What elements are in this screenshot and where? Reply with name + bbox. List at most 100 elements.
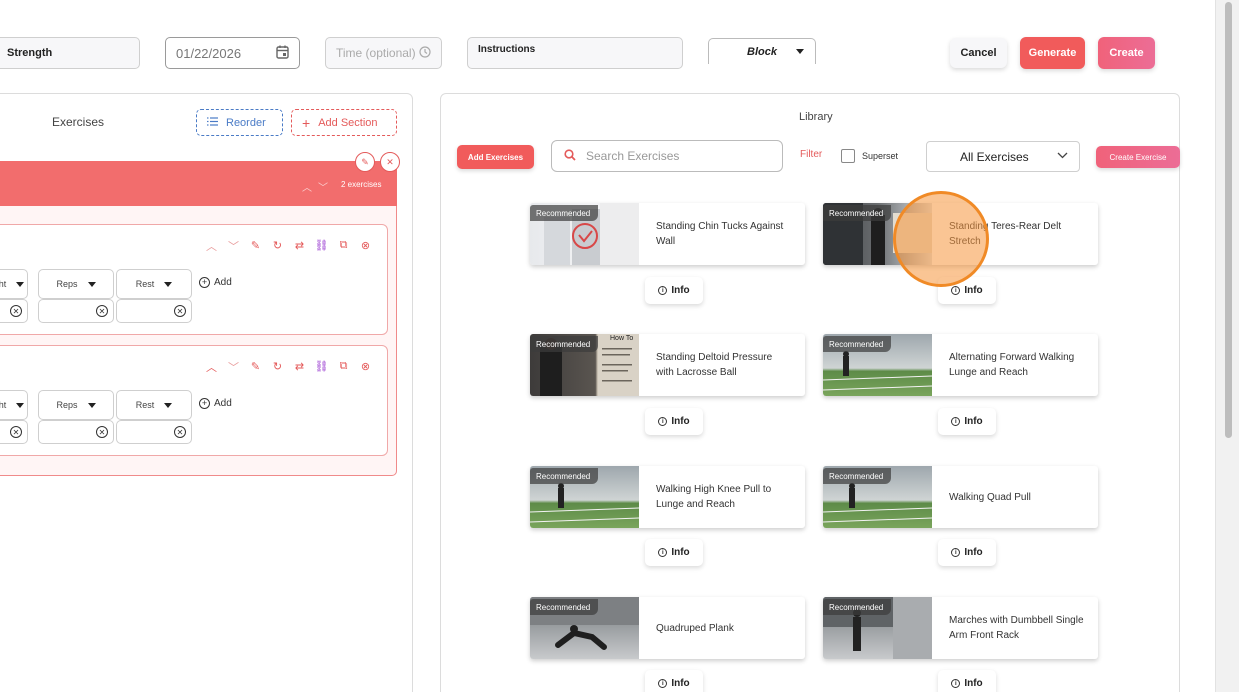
exercise-name: Walking Quad Pull — [949, 491, 1031, 503]
create-exercise-button[interactable]: Create Exercise — [1096, 146, 1180, 168]
library-item[interactable]: Recommended Standing Chin Tucks Against … — [530, 203, 805, 265]
weight-input[interactable]: ✕ — [0, 299, 28, 323]
swap-icon[interactable]: ⇄ — [293, 239, 306, 252]
library-item[interactable]: Recommended Standing Teres-Rear Delt Str… — [823, 203, 1098, 265]
reps-select[interactable]: Reps — [38, 269, 114, 299]
info-icon: i — [951, 679, 961, 688]
move-down-icon[interactable]: ﹀ — [227, 239, 240, 253]
add-exercises-button[interactable]: Add Exercises — [457, 145, 534, 169]
library-item[interactable]: Recommended Marches with Dumbbell Single… — [823, 597, 1098, 659]
date-field[interactable]: 01/22/2026 — [165, 37, 300, 69]
exercises-title: Exercises — [52, 115, 105, 129]
superset-checkbox[interactable] — [841, 149, 855, 163]
search-icon — [564, 148, 576, 164]
remove-icon[interactable]: ⊗ — [359, 360, 372, 373]
move-down-icon[interactable]: ﹀ — [227, 360, 240, 374]
remove-icon[interactable]: ⊗ — [359, 239, 372, 252]
info-button[interactable]: i Info — [645, 277, 703, 304]
workout-name-field[interactable]: Strength — [0, 37, 140, 69]
recommended-badge: Recommended — [530, 599, 598, 615]
info-icon: i — [658, 679, 668, 688]
reorder-button[interactable]: Reorder — [196, 109, 283, 136]
exercise-name: Quadruped Plank — [656, 622, 734, 634]
clear-icon[interactable]: ✕ — [96, 305, 108, 317]
add-section-button[interactable]: + Add Section — [291, 109, 397, 136]
add-set-button[interactable]: + Add — [199, 398, 232, 409]
rest-input[interactable]: ✕ — [116, 299, 192, 323]
library-item[interactable]: How To Recommended Standing Deltoid Pres… — [530, 334, 805, 396]
library-item[interactable]: Recommended Alternating Forward Walking … — [823, 334, 1098, 396]
time-field[interactable]: Time (optional) — [325, 37, 442, 69]
category-select[interactable]: All Exercises — [926, 141, 1080, 172]
move-up-icon[interactable]: ︿ — [205, 239, 218, 253]
rest-select[interactable]: Rest — [116, 269, 192, 299]
rest-select[interactable]: Rest — [116, 390, 192, 420]
thumbnail-caption: How To — [610, 335, 634, 342]
reps-input[interactable]: ✕ — [38, 299, 114, 323]
list-icon — [207, 116, 218, 129]
block-select[interactable]: Block — [708, 38, 816, 64]
caret-down-icon — [796, 49, 804, 54]
exercise-name: Standing Chin Tucks Against Wall — [656, 221, 784, 247]
open-external-icon[interactable]: ⧉ — [337, 239, 350, 252]
add-set-button[interactable]: + Add — [199, 277, 232, 288]
info-button[interactable]: i Info — [938, 277, 996, 304]
link-icon[interactable]: ⛓ — [315, 360, 329, 373]
history-icon[interactable]: ↻ — [271, 360, 284, 373]
reps-input[interactable]: ✕ — [38, 420, 114, 444]
scrollbar-thumb[interactable] — [1225, 2, 1232, 438]
caret-down-icon — [164, 402, 173, 408]
chevron-down-icon — [1057, 150, 1068, 162]
move-up-icon[interactable]: ︿ — [205, 360, 218, 374]
edit-icon[interactable]: ✎ — [249, 239, 262, 252]
caret-down-icon — [164, 281, 173, 287]
superset-toggle[interactable]: Superset — [841, 149, 898, 163]
history-icon[interactable]: ↻ — [271, 239, 284, 252]
section-edit-button[interactable]: ✎ — [355, 152, 375, 172]
info-button[interactable]: i Info — [938, 408, 996, 435]
calendar-icon[interactable] — [276, 45, 289, 62]
weight-select[interactable]: ght — [0, 390, 28, 420]
exercise-name: Standing Teres-Rear Delt Stretch — [949, 221, 1062, 247]
rest-input[interactable]: ✕ — [116, 420, 192, 444]
weight-input[interactable]: ✕ — [0, 420, 28, 444]
info-button[interactable]: i Info — [645, 539, 703, 566]
recommended-badge: Recommended — [823, 599, 891, 615]
search-input[interactable]: Search Exercises — [551, 140, 783, 172]
clock-icon — [419, 45, 431, 61]
clear-icon[interactable]: ✕ — [10, 426, 22, 438]
library-item[interactable]: Recommended Walking Quad Pull — [823, 466, 1098, 528]
clear-icon[interactable]: ✕ — [96, 426, 108, 438]
reps-select[interactable]: Reps — [38, 390, 114, 420]
recommended-badge: Recommended — [530, 336, 598, 352]
clear-icon[interactable]: ✕ — [10, 305, 22, 317]
info-button[interactable]: i Info — [645, 670, 703, 692]
library-item[interactable]: Recommended Walking High Knee Pull to Lu… — [530, 466, 805, 528]
info-button[interactable]: i Info — [645, 408, 703, 435]
info-icon: i — [951, 417, 961, 426]
section-close-button[interactable]: ✕ — [380, 152, 400, 172]
info-button[interactable]: i Info — [938, 670, 996, 692]
edit-icon[interactable]: ✎ — [249, 360, 262, 373]
open-external-icon[interactable]: ⧉ — [337, 360, 350, 373]
generate-button[interactable]: Generate — [1020, 37, 1085, 69]
caret-down-icon — [87, 281, 96, 287]
clear-icon[interactable]: ✕ — [174, 426, 186, 438]
weight-select[interactable]: ght — [0, 269, 28, 299]
exercise-card: ︿ ﹀ ✎ ↻ ⇄ ⛓ ⧉ ⊗ ght Reps Rest +Add ✕ ✕ ✕ — [0, 224, 388, 335]
page-scrollbar[interactable] — [1215, 0, 1239, 692]
exercise-name: Marches with Dumbbell Single Arm Front R… — [949, 615, 1084, 641]
swap-icon[interactable]: ⇄ — [293, 360, 306, 373]
section-exercise-count: 2 exercises — [341, 180, 382, 189]
create-button[interactable]: Create — [1098, 37, 1155, 69]
info-icon: i — [951, 548, 961, 557]
cancel-button[interactable]: Cancel — [950, 38, 1007, 68]
clear-icon[interactable]: ✕ — [174, 305, 186, 317]
link-icon[interactable]: ⛓ — [315, 239, 329, 252]
section-header[interactable]: ︿﹀ 2 exercises — [0, 161, 397, 206]
filter-link[interactable]: Filter — [800, 149, 822, 160]
info-button[interactable]: i Info — [938, 539, 996, 566]
instructions-field[interactable]: Instructions — [467, 37, 683, 69]
library-item[interactable]: Recommended Quadruped Plank — [530, 597, 805, 659]
move-arrows-icon[interactable]: ︿﹀ — [302, 179, 334, 194]
